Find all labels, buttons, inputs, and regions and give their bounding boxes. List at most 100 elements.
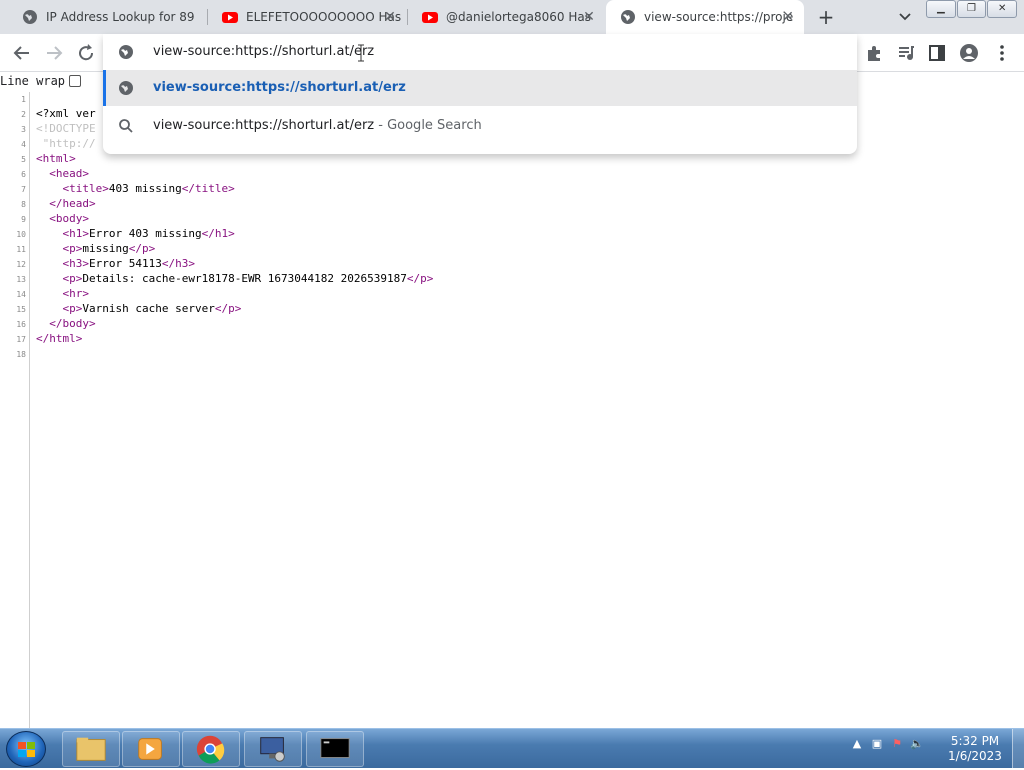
- source-line: "http://: [36, 137, 96, 150]
- line-wrap-label: Line wrap: [0, 74, 66, 88]
- line-number: 4: [21, 140, 26, 149]
- new-tab-button[interactable]: +: [815, 6, 837, 28]
- line-number: 2: [21, 110, 26, 119]
- tab-2[interactable]: ELEFETOOOOOOOOO Has ✕: [208, 0, 406, 34]
- globe-icon: [23, 10, 37, 24]
- system-tray: ▲ ▣ ⚑ 🔈: [850, 737, 924, 751]
- remote-desktop-taskbar-button[interactable]: [244, 731, 302, 767]
- network-icon[interactable]: ▣: [870, 737, 884, 751]
- taskbar-clock[interactable]: 5:32 PM 1/6/2023: [945, 734, 1005, 764]
- source-line: <body>: [49, 212, 89, 225]
- omnibox-dropdown: view-source:https://shorturl.at/erz view…: [103, 34, 857, 154]
- line-number: 1: [21, 95, 26, 104]
- tab-1-title: IP Address Lookup for 89: [46, 10, 195, 24]
- remote-desktop-icon: [260, 737, 285, 762]
- line-number: 13: [16, 275, 26, 284]
- suggestion-query: view-source:https://shorturl.at/erz: [153, 118, 375, 133]
- source-line: <p>Details: cache-ewr18178-EWR 167304418…: [62, 272, 434, 285]
- line-number: 5: [21, 155, 26, 164]
- source-line: <h3>Error 54113</h3>: [62, 257, 195, 270]
- media-player-taskbar-button[interactable]: [122, 731, 180, 767]
- line-number-gutter: 1 2 3 4 5 6 7 8 9 10 11 12 13 14 15 16 17 18: [0, 92, 30, 728]
- source-line: <head>: [49, 167, 89, 180]
- suggestion-search-text: view-source:https://shorturl.at/erz - Go…: [153, 118, 482, 133]
- line-wrap-toggle: Line wrap: [0, 73, 82, 89]
- line-number: 6: [21, 170, 26, 179]
- source-line: </body>: [49, 317, 96, 330]
- tab-4[interactable]: view-source:https://proje ✕: [606, 0, 804, 34]
- source-line: <html>: [36, 152, 76, 165]
- line-number: 7: [21, 185, 26, 194]
- folder-icon: [76, 737, 106, 761]
- suggestion-url: view-source:https://shorturl.at/erz: [153, 80, 406, 95]
- text-cursor-icon: [358, 44, 364, 62]
- line-wrap-checkbox[interactable]: [69, 75, 82, 87]
- source-line: <p>Varnish cache server</p>: [62, 302, 242, 315]
- clock-time: 5:32 PM: [950, 734, 1000, 748]
- youtube-icon: [222, 12, 238, 23]
- line-number: 9: [21, 215, 26, 224]
- show-hidden-icons-icon[interactable]: ▲: [850, 737, 864, 751]
- tab-3[interactable]: @danielortega8060 Has ✕: [408, 0, 605, 34]
- close-window-button[interactable]: ✕: [987, 0, 1018, 18]
- minimize-button[interactable]: ▁: [926, 0, 956, 18]
- omnibox-suggestion[interactable]: view-source:https://shorturl.at/erz - Go…: [103, 108, 857, 144]
- line-number: 17: [16, 335, 26, 344]
- start-button[interactable]: [6, 731, 46, 767]
- line-number: 14: [16, 290, 26, 299]
- line-number: 18: [16, 350, 26, 359]
- globe-icon: [621, 10, 635, 24]
- close-tab-3-icon[interactable]: ✕: [581, 9, 597, 25]
- extensions-puzzle-icon[interactable]: [864, 43, 884, 63]
- line-number: 16: [16, 320, 26, 329]
- chevron-down-icon[interactable]: [896, 7, 914, 25]
- media-queue-icon[interactable]: [896, 43, 916, 63]
- omnibox-suggestion[interactable]: view-source:https://shorturl.at/erz: [103, 70, 857, 106]
- search-icon: [119, 119, 133, 133]
- profile-avatar-icon[interactable]: [959, 43, 979, 63]
- media-player-icon: [138, 738, 162, 760]
- line-number: 3: [21, 125, 26, 134]
- chrome-taskbar-button[interactable]: [182, 731, 240, 767]
- reload-icon[interactable]: [75, 42, 97, 64]
- source-line: </head>: [49, 197, 96, 210]
- omnibox-input-row[interactable]: view-source:https://shorturl.at/erz: [103, 34, 857, 70]
- file-explorer-taskbar-button[interactable]: [62, 731, 120, 767]
- windows-taskbar: ▲ ▣ ⚑ 🔈 5:32 PM 1/6/2023: [0, 728, 1024, 769]
- tab-strip: IP Address Lookup for 89 ELEFETOOOOOOOOO…: [0, 0, 1024, 34]
- globe-icon: [119, 81, 133, 95]
- youtube-icon: [422, 12, 438, 23]
- volume-icon[interactable]: 🔈: [910, 737, 924, 751]
- source-line: <!DOCTYPE: [36, 122, 96, 135]
- close-tab-4-icon[interactable]: ✕: [780, 9, 796, 25]
- restore-button[interactable]: ❐: [956, 0, 987, 18]
- command-prompt-taskbar-button[interactable]: [306, 731, 364, 767]
- window-controls: ▁ ❐ ✕: [926, 0, 1018, 18]
- close-tab-2-icon[interactable]: ✕: [382, 9, 398, 25]
- menu-kebab-icon[interactable]: [992, 43, 1012, 63]
- line-number: 10: [16, 230, 26, 239]
- line-number: 11: [16, 245, 26, 254]
- show-desktop-button[interactable]: [1012, 729, 1024, 769]
- source-line: <hr>: [62, 287, 90, 300]
- windows-logo-icon: [18, 742, 35, 757]
- command-prompt-icon: [320, 738, 350, 758]
- line-number: 12: [16, 260, 26, 269]
- toolbar: view-source:https://shorturl.at/erz view…: [0, 34, 1024, 154]
- source-line: <title>403 missing</title>: [62, 182, 235, 195]
- omnibox-input[interactable]: view-source:https://shorturl.at/erz: [153, 44, 374, 59]
- suggestion-suffix: - Google Search: [374, 118, 482, 133]
- source-line: <h1>Error 403 missing</h1>: [62, 227, 235, 240]
- side-panel-icon[interactable]: [927, 43, 947, 63]
- forward-arrow-icon[interactable]: [43, 42, 65, 64]
- clock-date: 1/6/2023: [948, 749, 1002, 763]
- line-number: 8: [21, 200, 26, 209]
- back-arrow-icon[interactable]: [11, 42, 33, 64]
- globe-icon: [119, 45, 133, 59]
- action-center-flag-icon[interactable]: ⚑: [890, 737, 904, 751]
- source-line: <?xml ver: [36, 107, 96, 120]
- tab-1[interactable]: IP Address Lookup for 89: [8, 0, 206, 34]
- source-line: <p>missing</p>: [62, 242, 156, 255]
- source-line: </html>: [36, 332, 83, 345]
- line-number: 15: [16, 305, 26, 314]
